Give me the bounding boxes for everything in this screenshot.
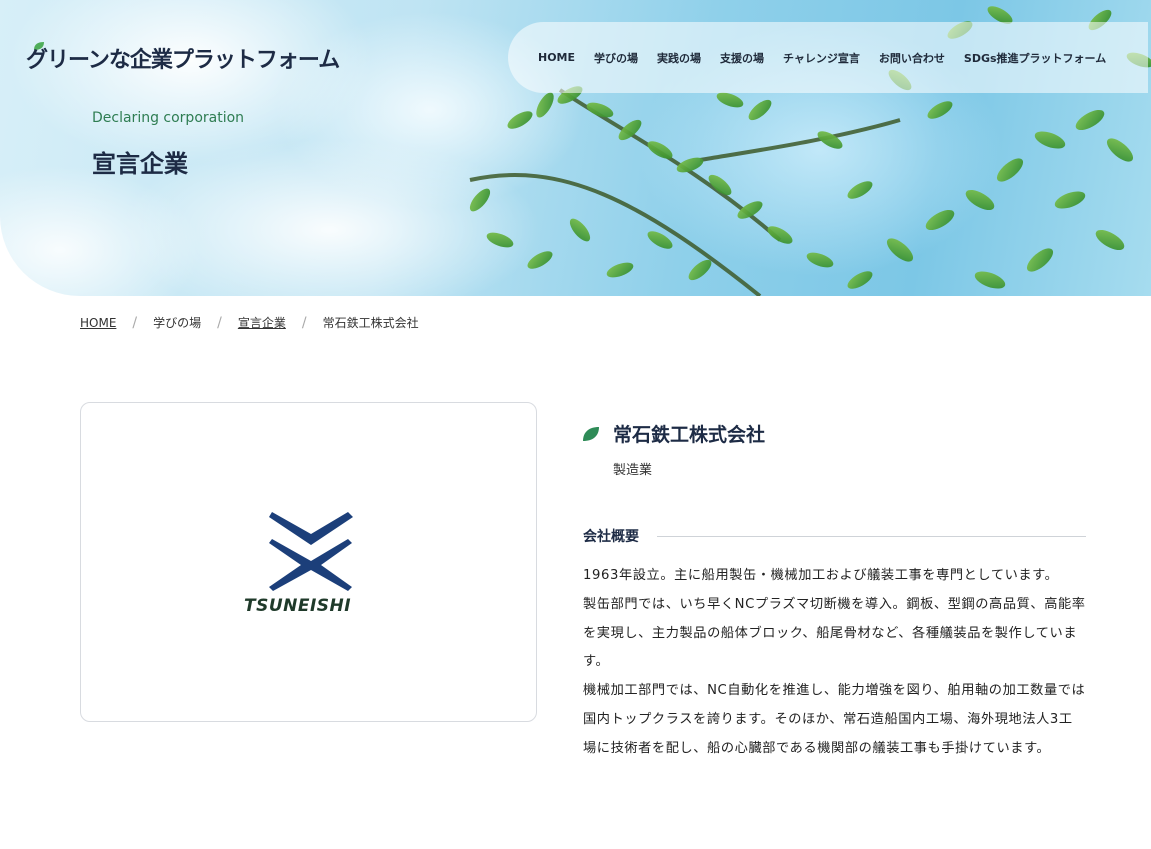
company-industry: 製造業	[613, 463, 653, 478]
overview-heading-label: 会社概要	[583, 529, 639, 545]
hero-banner: グリーンな企業プラットフォーム HOME 学びの場 実践の場 支援の場 チャレン…	[0, 0, 1151, 296]
company-description: 1963年設立。主に船用製缶・機械加工および艤装工事を専門としています。 製缶部…	[583, 562, 1086, 764]
hero-corner-curve	[1060, 296, 1151, 356]
nav-item-contact[interactable]: お問い合わせ	[879, 50, 945, 66]
breadcrumb-home[interactable]: HOME	[80, 316, 116, 330]
company-logo-wordmark: TSUNEISHI	[244, 596, 351, 616]
nav-item-challenge[interactable]: チャレンジ宣言	[783, 50, 860, 66]
breadcrumb-learning: 学びの場	[153, 316, 202, 330]
nav-item-home[interactable]: HOME	[538, 51, 575, 64]
breadcrumb-declaring[interactable]: 宣言企業	[238, 314, 286, 331]
page-title: 宣言企業	[92, 150, 188, 178]
breadcrumb-separator: /	[217, 314, 222, 331]
company-name: 常石鉄工株式会社	[613, 424, 766, 446]
overview-heading: 会社概要	[583, 526, 1086, 546]
breadcrumb-separator: /	[132, 314, 138, 331]
breadcrumb-current: 常石鉄工株式会社	[322, 316, 419, 330]
description-paragraph: 機械加工部門では、NC自動化を推進し、能力増強を図り、舶用軸の加工数量では国内ト…	[583, 683, 1086, 756]
description-paragraph: 1963年設立。主に船用製缶・機械加工および艤装工事を専門としています。	[583, 568, 1059, 583]
company-logo-card: TSUNEISHI	[80, 402, 537, 722]
company-logo: TSUNEISHI	[244, 512, 353, 616]
breadcrumb-separator: /	[301, 314, 307, 331]
hero-subtitle: Declaring corporation	[92, 110, 245, 126]
nav-item-support[interactable]: 支援の場	[720, 50, 764, 66]
global-nav: HOME 学びの場 実践の場 支援の場 チャレンジ宣言 お問い合わせ SDGs推…	[508, 22, 1148, 93]
nav-item-learning[interactable]: 学びの場	[594, 50, 638, 66]
site-logo[interactable]: グリーンな企業プラットフォーム	[26, 42, 340, 74]
nav-item-practice[interactable]: 実践の場	[657, 50, 701, 66]
leaf-icon	[583, 427, 599, 441]
overview-heading-rule	[657, 535, 1086, 537]
nav-item-sdgs-platform[interactable]: SDGs推進プラットフォーム	[964, 50, 1106, 66]
breadcrumb: HOME / 学びの場 / 宣言企業 / 常石鉄工株式会社	[80, 314, 419, 331]
description-paragraph: 製缶部門では、いち早くNCプラズマ切断機を導入。鋼板、型鋼の高品質、高能率を実現…	[583, 596, 1086, 670]
